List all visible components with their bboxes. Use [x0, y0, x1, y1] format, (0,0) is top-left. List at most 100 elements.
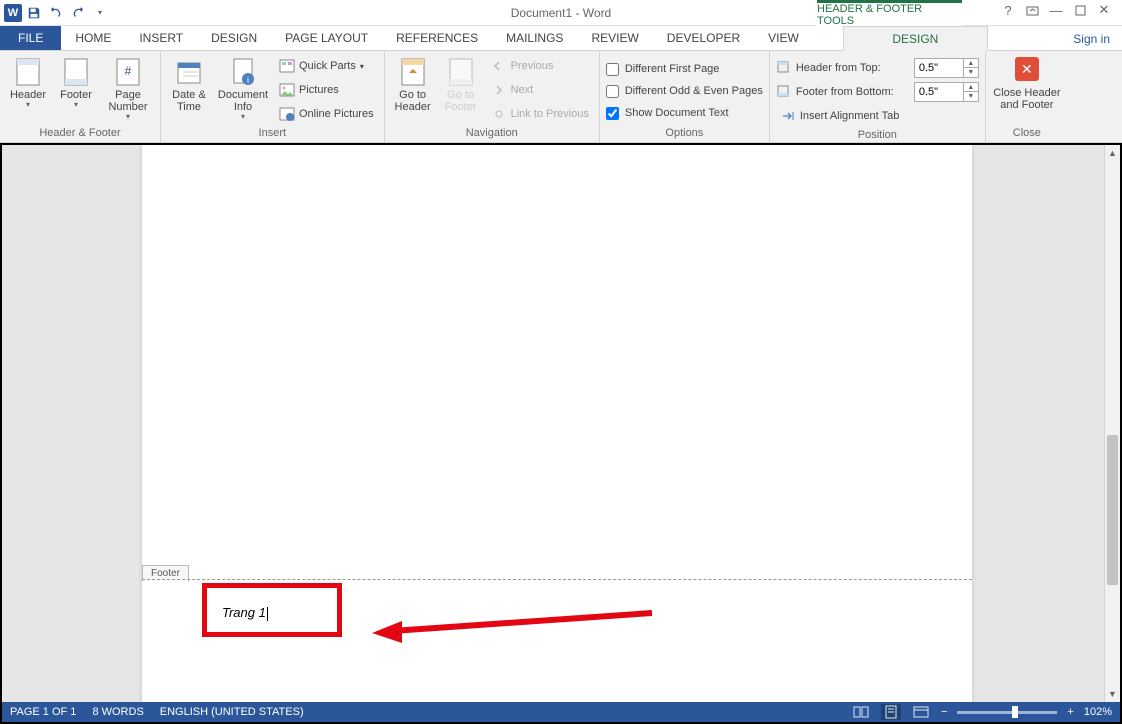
print-layout-view-button[interactable]: [881, 704, 901, 720]
tab-design-contextual[interactable]: DESIGN: [843, 26, 988, 51]
spinner-down-icon[interactable]: ▼: [964, 68, 978, 77]
spinner-up-icon[interactable]: ▲: [964, 59, 978, 68]
svg-text:#: #: [125, 64, 132, 78]
tab-view[interactable]: VIEW: [754, 26, 813, 50]
zoom-level[interactable]: 102%: [1084, 706, 1112, 718]
pictures-button[interactable]: Pictures: [275, 79, 378, 101]
save-button[interactable]: [24, 3, 44, 23]
header-top-label: Header from Top:: [796, 62, 908, 74]
svg-text:i: i: [247, 75, 249, 85]
next-button[interactable]: Next: [487, 79, 593, 101]
annotation-highlight-box: [202, 583, 342, 637]
quick-parts-button[interactable]: Quick Parts ▾: [275, 55, 378, 77]
insert-alignment-tab-button[interactable]: Insert Alignment Tab: [776, 105, 979, 127]
scrollbar-thumb[interactable]: [1107, 435, 1118, 585]
tab-developer[interactable]: DEVELOPER: [653, 26, 754, 50]
online-pictures-button[interactable]: Online Pictures: [275, 103, 378, 125]
close-window-button[interactable]: ✕: [1094, 0, 1114, 20]
header-button[interactable]: Header▾: [6, 55, 50, 109]
status-language[interactable]: ENGLISH (UNITED STATES): [160, 706, 304, 718]
group-close: ✕ Close Header and Footer Close: [986, 51, 1068, 142]
statusbar: PAGE 1 OF 1 8 WORDS ENGLISH (UNITED STAT…: [2, 702, 1120, 722]
tab-file[interactable]: FILE: [0, 26, 61, 50]
link-to-previous-button[interactable]: Link to Previous: [487, 103, 593, 125]
qat-customize-dropdown[interactable]: ▾: [90, 3, 110, 23]
document-area[interactable]: Footer Trang 1 ▲ ▼: [2, 145, 1120, 702]
group-insert: Date & Time i Document Info▾ Quick Parts…: [161, 51, 385, 142]
footer-bottom-label: Footer from Bottom:: [796, 86, 908, 98]
help-button[interactable]: ?: [998, 0, 1018, 20]
calendar-icon: [174, 57, 204, 87]
maximize-button[interactable]: [1070, 0, 1090, 20]
link-icon: [491, 106, 507, 122]
goto-footer-icon: [446, 57, 476, 87]
header-top-spinner[interactable]: ▲▼: [914, 58, 979, 78]
date-time-button[interactable]: Date & Time: [167, 55, 211, 113]
tab-design[interactable]: DESIGN: [197, 26, 271, 50]
spinner-up-icon[interactable]: ▲: [964, 83, 978, 92]
contextual-tab-title: HEADER & FOOTER TOOLS: [817, 0, 962, 26]
scroll-up-icon[interactable]: ▲: [1105, 145, 1120, 161]
goto-header-button[interactable]: Go to Header: [391, 55, 435, 113]
footer-button[interactable]: Footer▾: [54, 55, 98, 109]
goto-header-icon: [398, 57, 428, 87]
spinner-down-icon[interactable]: ▼: [964, 92, 978, 101]
document-info-button[interactable]: i Document Info▾: [215, 55, 271, 121]
tab-page-layout[interactable]: PAGE LAYOUT: [271, 26, 382, 50]
footer-bottom-icon: [776, 84, 790, 101]
close-header-footer-button[interactable]: ✕ Close Header and Footer: [992, 55, 1062, 111]
tab-references[interactable]: REFERENCES: [382, 26, 492, 50]
pictures-icon: [279, 82, 295, 98]
titlebar: W ▾ Document1 - Word HEADER & FOOTER TOO…: [0, 0, 1122, 26]
alignment-tab-icon: [780, 108, 796, 124]
footer-icon: [61, 57, 91, 87]
goto-footer-button[interactable]: Go to Footer: [439, 55, 483, 113]
vertical-scrollbar[interactable]: ▲ ▼: [1104, 145, 1120, 702]
annotation-arrow-icon: [372, 605, 662, 645]
zoom-in-button[interactable]: +: [1067, 706, 1073, 718]
header-top-icon: [776, 60, 790, 77]
previous-button[interactable]: Previous: [487, 55, 593, 77]
group-navigation: Go to Header Go to Footer Previous Next …: [385, 51, 600, 142]
page-number-icon: #: [113, 57, 143, 87]
ribbon-tabs: FILE HOME INSERT DESIGN PAGE LAYOUT REFE…: [0, 26, 1122, 51]
group-position: Header from Top: ▲▼ Footer from Bottom: …: [770, 51, 986, 142]
group-label-close: Close: [986, 125, 1068, 142]
scroll-down-icon[interactable]: ▼: [1105, 686, 1120, 702]
page-number-button[interactable]: # Page Number▾: [102, 55, 154, 121]
redo-button[interactable]: [68, 3, 88, 23]
group-label-header-footer: Header & Footer: [0, 125, 160, 142]
ribbon-display-options-button[interactable]: [1022, 0, 1042, 20]
next-icon: [491, 82, 507, 98]
footer-boundary-line: [142, 579, 972, 580]
status-word-count[interactable]: 8 WORDS: [92, 706, 143, 718]
zoom-slider[interactable]: [957, 711, 1057, 714]
web-layout-view-button[interactable]: [911, 704, 931, 720]
previous-icon: [491, 58, 507, 74]
tab-insert[interactable]: INSERT: [125, 26, 197, 50]
tab-mailings[interactable]: MAILINGS: [492, 26, 577, 50]
group-label-options: Options: [600, 125, 769, 142]
undo-button[interactable]: [46, 3, 66, 23]
sign-in-link[interactable]: Sign in: [1073, 26, 1110, 51]
show-document-text-checkbox[interactable]: Show Document Text: [606, 103, 763, 123]
tab-review[interactable]: REVIEW: [577, 26, 652, 50]
word-app-icon[interactable]: W: [4, 4, 22, 22]
group-label-position: Position: [770, 127, 985, 144]
different-odd-even-checkbox[interactable]: Different Odd & Even Pages: [606, 81, 763, 101]
online-pictures-icon: [279, 106, 295, 122]
document-info-icon: i: [228, 57, 258, 87]
tab-home[interactable]: HOME: [61, 26, 125, 50]
status-page-info[interactable]: PAGE 1 OF 1: [10, 706, 76, 718]
different-first-page-checkbox[interactable]: Different First Page: [606, 59, 763, 79]
read-mode-view-button[interactable]: [851, 704, 871, 720]
group-label-insert: Insert: [161, 125, 384, 142]
zoom-slider-handle[interactable]: [1012, 706, 1018, 718]
group-header-footer: Header▾ Footer▾ # Page Number▾ Header & …: [0, 51, 161, 142]
minimize-button[interactable]: —: [1046, 0, 1066, 20]
footer-bottom-spinner[interactable]: ▲▼: [914, 82, 979, 102]
window-controls: ? — ✕: [990, 0, 1122, 20]
header-icon: [13, 57, 43, 87]
close-icon: ✕: [1015, 57, 1039, 81]
zoom-out-button[interactable]: −: [941, 706, 947, 718]
